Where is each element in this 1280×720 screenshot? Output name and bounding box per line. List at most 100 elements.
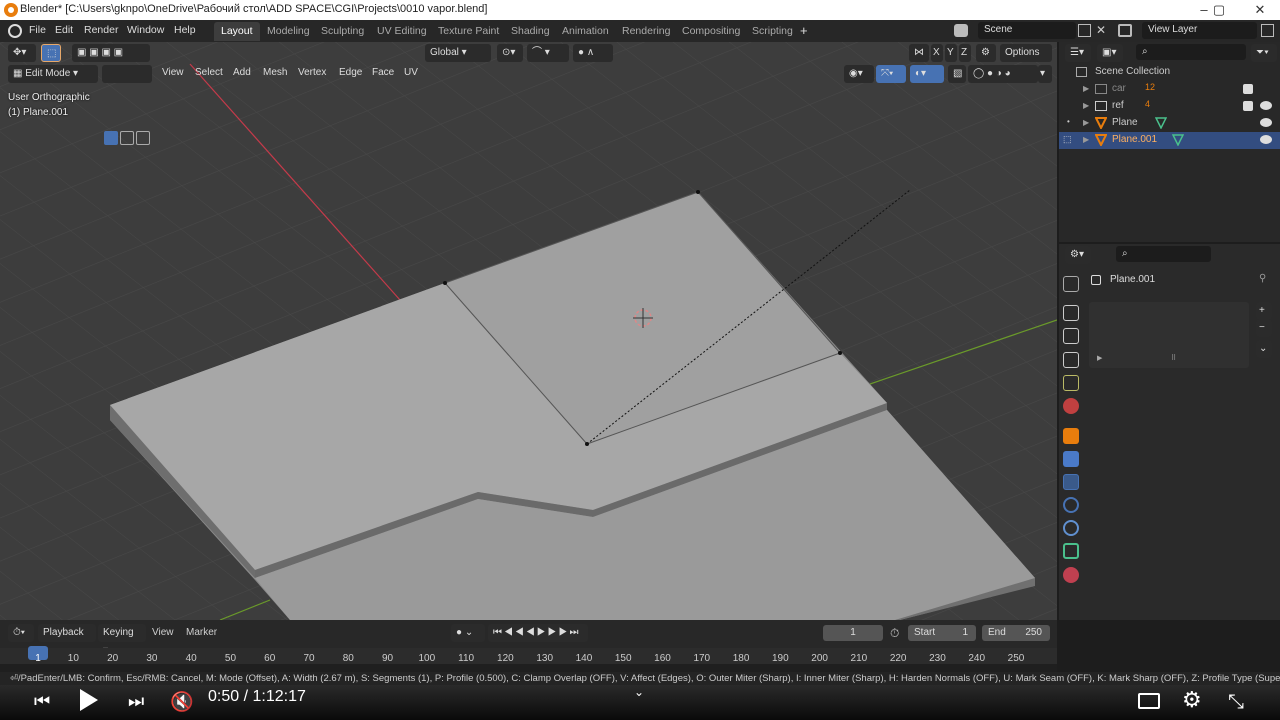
properties-editor-type-button[interactable]: ⚙▾	[1065, 246, 1091, 264]
tab-scripting[interactable]: Scripting	[745, 22, 800, 41]
view-layer-tab-icon[interactable]	[1063, 352, 1079, 368]
marker-menu[interactable]: Marker	[186, 627, 217, 638]
constraints-tab-icon[interactable]	[1063, 520, 1079, 536]
menu-vertex[interactable]: Vertex	[298, 67, 326, 78]
menu-mesh[interactable]: Mesh	[263, 67, 287, 78]
tab-animation[interactable]: Animation	[555, 22, 616, 41]
current-frame-input[interactable]: 1	[823, 625, 883, 641]
menu-face[interactable]: Face	[372, 67, 394, 78]
menu-view[interactable]: View	[162, 67, 184, 78]
properties-search-input[interactable]: ⌕	[1116, 246, 1211, 262]
pivot-icon[interactable]: ⊙▾	[497, 44, 523, 62]
tool-tab-icon[interactable]	[1063, 276, 1079, 292]
xray-icon[interactable]: ▧	[948, 65, 966, 83]
checkbox-icon[interactable]	[1243, 84, 1253, 94]
playback-menu[interactable]: Playback ▾	[38, 624, 96, 656]
playback-controls[interactable]: ⏮◀◀◀▶▶▶⏭	[488, 624, 588, 642]
end-frame-field[interactable]: End 250	[982, 625, 1050, 641]
keying-menu[interactable]: Keying ▾	[98, 624, 146, 656]
timeline-editor-type-button[interactable]: ⏱▾	[8, 624, 34, 642]
menu-render[interactable]: Render	[84, 24, 118, 36]
select-tool-icon[interactable]: ⬚	[41, 44, 61, 62]
edge-select-icon[interactable]	[120, 131, 134, 145]
next-icon[interactable]: ⏭	[128, 691, 144, 712]
mirror-y-toggle[interactable]: Y	[945, 44, 957, 62]
mirror-x-toggle[interactable]: X	[931, 44, 943, 62]
menu-window[interactable]: Window	[127, 24, 164, 36]
outliner-search-input[interactable]: ⌕	[1136, 44, 1246, 60]
menu-edge[interactable]: Edge	[339, 67, 362, 78]
remove-uv-button[interactable]: −	[1256, 319, 1272, 337]
tab-shading[interactable]: Shading	[504, 22, 557, 41]
edit-mode-icon[interactable]: ⬚	[1063, 134, 1072, 145]
object-tab-icon[interactable]	[1063, 428, 1079, 444]
material-tab-icon[interactable]	[1063, 567, 1079, 583]
visibility-icon[interactable]: ◉▾	[844, 65, 874, 83]
tab-modeling[interactable]: Modeling	[260, 22, 317, 41]
play-icon[interactable]	[80, 689, 98, 711]
chevron-down-icon[interactable]: ⌄	[634, 685, 644, 699]
particles-tab-icon[interactable]	[1063, 474, 1079, 490]
expand-icon[interactable]: ▶	[1083, 135, 1089, 144]
world-tab-icon[interactable]	[1063, 398, 1079, 414]
face-select-icon[interactable]	[136, 131, 150, 145]
outliner-row-plane[interactable]: • ▶ Plane	[1059, 115, 1280, 132]
menu-add[interactable]: Add	[233, 67, 251, 78]
expand-icon[interactable]: ▶	[1083, 101, 1089, 110]
mirror-icon[interactable]: ⋈	[909, 44, 929, 62]
add-uv-button[interactable]: +	[1256, 302, 1272, 320]
list-resize-handle[interactable]: ⠿	[1171, 354, 1176, 362]
blender-menu-icon[interactable]	[8, 24, 22, 38]
snap-icon[interactable]: ⌒ ▾	[527, 44, 569, 62]
list-expand-icon[interactable]: ▶	[1097, 354, 1102, 362]
settings-gear-icon[interactable]: ⚙	[1182, 688, 1202, 713]
menu-help[interactable]: Help	[174, 24, 196, 36]
3d-viewport[interactable]	[0, 42, 1057, 620]
shading-mode-group[interactable]: ◯ ● ◑ ◕	[968, 65, 1038, 83]
menu-select[interactable]: Select	[195, 67, 223, 78]
shading-dropdown-icon[interactable]: ▾	[1038, 65, 1052, 83]
menu-uv[interactable]: UV	[404, 67, 418, 78]
mute-icon[interactable]: 🔇	[170, 690, 194, 713]
eye-icon[interactable]	[1260, 101, 1272, 110]
output-tab-icon[interactable]	[1063, 328, 1079, 344]
options-dropdown[interactable]: Options ▾	[1000, 44, 1052, 76]
timeline-scrollbar[interactable]	[0, 664, 1057, 672]
select-element-group[interactable]	[102, 65, 152, 83]
tab-compositing[interactable]: Compositing	[675, 22, 747, 41]
previous-icon[interactable]: ⏮	[34, 691, 50, 712]
exit-fullscreen-icon[interactable]: ⤡	[1228, 689, 1244, 713]
scene-selector[interactable]: Scene	[978, 22, 1076, 39]
close-button[interactable]: ✕	[1245, 1, 1275, 19]
uv-map-list[interactable]	[1089, 302, 1249, 368]
new-scene-icon[interactable]	[1078, 24, 1091, 37]
record-icon[interactable]: ● ⌄	[451, 624, 485, 642]
proportional-edit-icon[interactable]: ● ∧	[573, 44, 613, 62]
outliner-row-ref[interactable]: ▶ ref 4	[1059, 98, 1280, 115]
uv-specials-button[interactable]: ⌄	[1256, 340, 1272, 358]
outliner-editor-type-button[interactable]: ☰▾	[1065, 44, 1091, 62]
menu-file[interactable]: File	[29, 24, 46, 36]
wrench-icon[interactable]: ⚙	[976, 44, 996, 62]
pin-icon[interactable]: ⚲	[1259, 273, 1266, 284]
new-view-layer-icon[interactable]	[1261, 24, 1274, 37]
gizmo-icon[interactable]: ⤧▾	[876, 65, 906, 83]
outliner-row-plane-001[interactable]: ⬚ ▶ Plane.001	[1059, 132, 1280, 149]
timeline-view-menu[interactable]: View	[152, 627, 174, 638]
tab-uv-editing[interactable]: UV Editing	[370, 22, 434, 41]
outliner-row-car[interactable]: ▶ car 12	[1059, 81, 1280, 98]
filter-icon[interactable]: ⏷▾	[1251, 44, 1277, 62]
maximize-button[interactable]: ▢	[1204, 1, 1234, 19]
add-workspace-button[interactable]: +	[800, 23, 808, 38]
tab-rendering[interactable]: Rendering	[615, 22, 677, 41]
eye-icon[interactable]	[1260, 135, 1272, 144]
menu-edit[interactable]: Edit	[55, 24, 73, 36]
delete-scene-icon[interactable]: ✕	[1096, 23, 1106, 37]
data-tab-icon[interactable]	[1063, 543, 1079, 559]
modifier-tab-icon[interactable]	[1063, 451, 1079, 467]
render-tab-icon[interactable]	[1063, 305, 1079, 321]
subtitles-icon[interactable]	[1138, 693, 1160, 709]
tab-layout[interactable]: Layout	[214, 22, 260, 41]
overlay-icon[interactable]: ◐▾	[910, 65, 944, 83]
editor-type-button[interactable]: ✥▾	[8, 44, 36, 62]
